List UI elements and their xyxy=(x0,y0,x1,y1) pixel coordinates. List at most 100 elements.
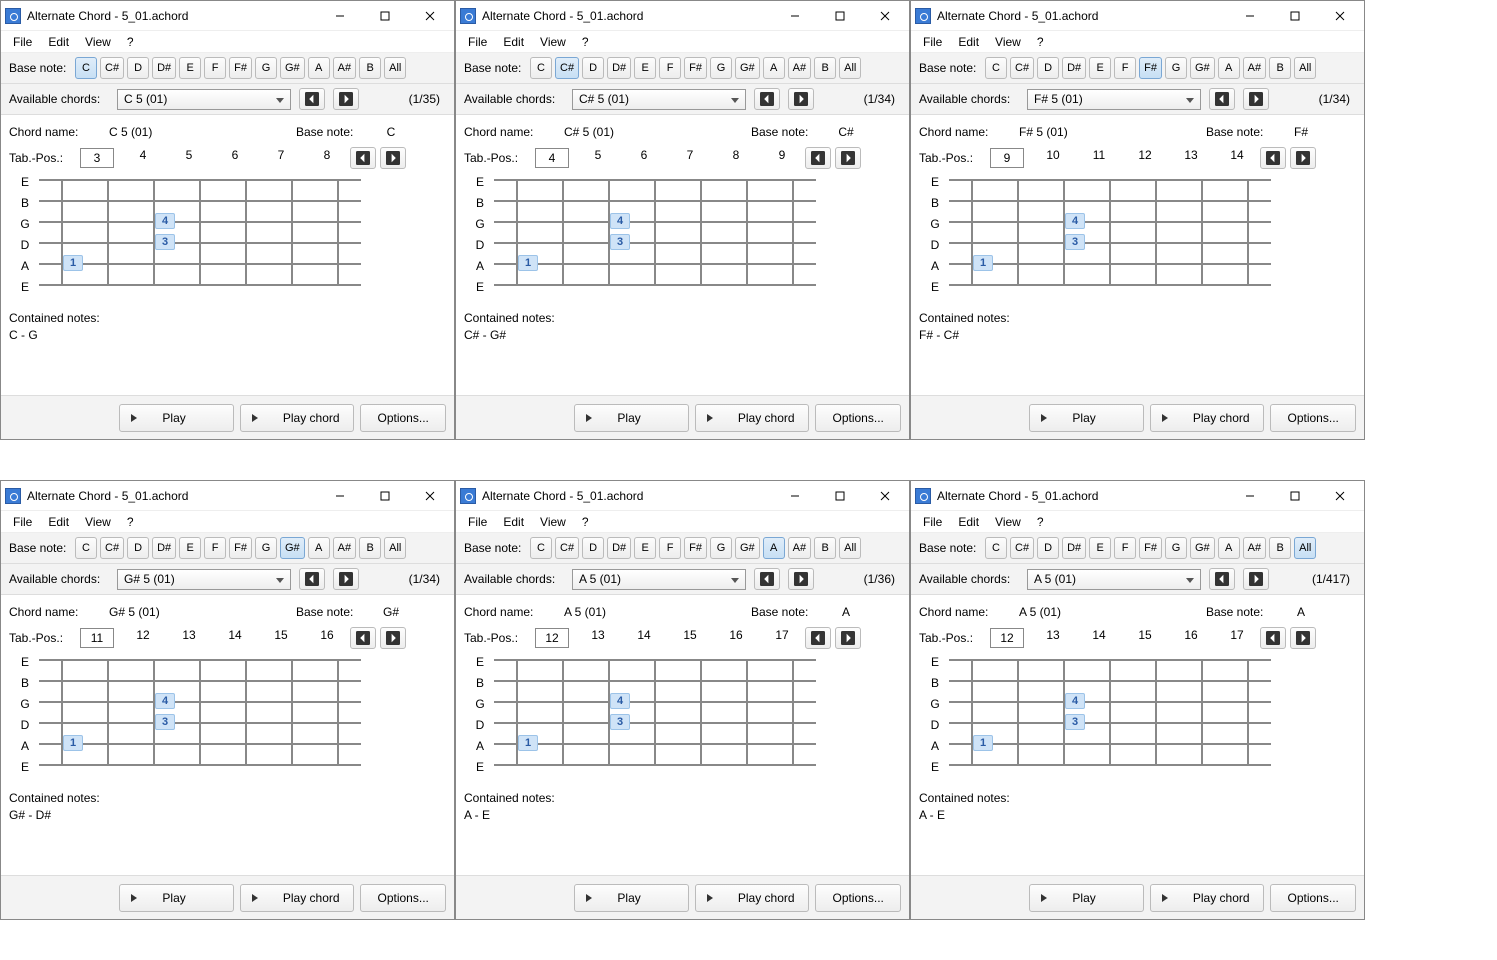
menu-help[interactable]: ? xyxy=(121,513,140,531)
note-btn-G[interactable]: G xyxy=(1165,57,1187,79)
menu-help[interactable]: ? xyxy=(576,513,595,531)
play-chord-button[interactable]: Play chord xyxy=(1150,404,1264,432)
maximize-button[interactable] xyxy=(817,2,862,30)
note-btn-A[interactable]: A xyxy=(763,537,785,559)
note-btn-All[interactable]: All xyxy=(384,537,406,559)
minimize-button[interactable] xyxy=(772,2,817,30)
menu-file[interactable]: File xyxy=(917,513,948,531)
chord-dropdown[interactable]: A 5 (01) xyxy=(1027,569,1201,590)
minimize-button[interactable] xyxy=(317,2,362,30)
fret-pos-prev-button[interactable] xyxy=(1260,147,1286,169)
note-btn-Dsharp[interactable]: D# xyxy=(607,537,631,559)
note-btn-Fsharp[interactable]: F# xyxy=(684,57,707,79)
menu-view[interactable]: View xyxy=(534,513,572,531)
note-btn-Gsharp[interactable]: G# xyxy=(735,537,760,559)
note-btn-All[interactable]: All xyxy=(1294,57,1316,79)
note-btn-Asharp[interactable]: A# xyxy=(1243,57,1266,79)
note-btn-F[interactable]: F xyxy=(659,537,681,559)
note-btn-Dsharp[interactable]: D# xyxy=(1062,57,1086,79)
note-btn-D[interactable]: D xyxy=(582,537,604,559)
fret-pos-next-button[interactable] xyxy=(1290,147,1316,169)
fret-pos-next-button[interactable] xyxy=(380,627,406,649)
play-chord-button[interactable]: Play chord xyxy=(1150,884,1264,912)
note-btn-C[interactable]: C xyxy=(985,537,1007,559)
play-button[interactable]: Play xyxy=(119,404,233,432)
menu-view[interactable]: View xyxy=(79,33,117,51)
chord-dropdown[interactable]: F# 5 (01) xyxy=(1027,89,1201,110)
fret-pos-next-button[interactable] xyxy=(1290,627,1316,649)
prev-chord-button[interactable] xyxy=(299,88,325,110)
note-btn-B[interactable]: B xyxy=(814,537,836,559)
minimize-button[interactable] xyxy=(772,482,817,510)
minimize-button[interactable] xyxy=(317,482,362,510)
chord-dropdown[interactable]: A 5 (01) xyxy=(572,569,746,590)
note-btn-Fsharp[interactable]: F# xyxy=(1139,537,1162,559)
next-chord-button[interactable] xyxy=(333,88,359,110)
menu-help[interactable]: ? xyxy=(121,33,140,51)
options-button[interactable]: Options... xyxy=(1270,884,1356,912)
note-btn-Csharp[interactable]: C# xyxy=(1010,57,1034,79)
maximize-button[interactable] xyxy=(362,482,407,510)
fret-pos-prev-button[interactable] xyxy=(350,627,376,649)
minimize-button[interactable] xyxy=(1227,2,1272,30)
fret-pos-prev-button[interactable] xyxy=(350,147,376,169)
menu-file[interactable]: File xyxy=(462,33,493,51)
note-btn-C[interactable]: C xyxy=(75,537,97,559)
play-button[interactable]: Play xyxy=(1029,884,1143,912)
note-btn-G[interactable]: G xyxy=(255,57,277,79)
note-btn-All[interactable]: All xyxy=(839,537,861,559)
note-btn-Csharp[interactable]: C# xyxy=(100,537,124,559)
tab-pos-input[interactable] xyxy=(990,148,1024,168)
note-btn-Csharp[interactable]: C# xyxy=(555,57,579,79)
fret-pos-prev-button[interactable] xyxy=(805,147,831,169)
note-btn-All[interactable]: All xyxy=(384,57,406,79)
menu-file[interactable]: File xyxy=(7,33,38,51)
menu-view[interactable]: View xyxy=(989,513,1027,531)
note-btn-A[interactable]: A xyxy=(308,537,330,559)
note-btn-Fsharp[interactable]: F# xyxy=(684,537,707,559)
options-button[interactable]: Options... xyxy=(815,404,901,432)
note-btn-Dsharp[interactable]: D# xyxy=(607,57,631,79)
minimize-button[interactable] xyxy=(1227,482,1272,510)
note-btn-B[interactable]: B xyxy=(814,57,836,79)
menu-file[interactable]: File xyxy=(7,513,38,531)
close-button[interactable] xyxy=(407,2,452,30)
options-button[interactable]: Options... xyxy=(360,404,446,432)
next-chord-button[interactable] xyxy=(1243,88,1269,110)
note-btn-F[interactable]: F xyxy=(1114,537,1136,559)
menu-edit[interactable]: Edit xyxy=(497,33,530,51)
close-button[interactable] xyxy=(862,2,907,30)
note-btn-D[interactable]: D xyxy=(127,57,149,79)
menu-edit[interactable]: Edit xyxy=(952,33,985,51)
fret-pos-next-button[interactable] xyxy=(835,627,861,649)
note-btn-B[interactable]: B xyxy=(1269,537,1291,559)
note-btn-Csharp[interactable]: C# xyxy=(555,537,579,559)
note-btn-D[interactable]: D xyxy=(1037,57,1059,79)
note-btn-Csharp[interactable]: C# xyxy=(100,57,124,79)
note-btn-All[interactable]: All xyxy=(1294,537,1316,559)
menu-help[interactable]: ? xyxy=(1031,33,1050,51)
note-btn-C[interactable]: C xyxy=(530,57,552,79)
menu-edit[interactable]: Edit xyxy=(42,33,75,51)
note-btn-G[interactable]: G xyxy=(1165,537,1187,559)
prev-chord-button[interactable] xyxy=(754,88,780,110)
options-button[interactable]: Options... xyxy=(1270,404,1356,432)
prev-chord-button[interactable] xyxy=(754,568,780,590)
note-btn-F[interactable]: F xyxy=(1114,57,1136,79)
play-button[interactable]: Play xyxy=(574,404,688,432)
note-btn-Dsharp[interactable]: D# xyxy=(1062,537,1086,559)
next-chord-button[interactable] xyxy=(333,568,359,590)
note-btn-A[interactable]: A xyxy=(308,57,330,79)
note-btn-F[interactable]: F xyxy=(204,537,226,559)
fret-pos-next-button[interactable] xyxy=(835,147,861,169)
note-btn-C[interactable]: C xyxy=(75,57,97,79)
play-chord-button[interactable]: Play chord xyxy=(695,884,809,912)
tab-pos-input[interactable] xyxy=(80,628,114,648)
chord-dropdown[interactable]: G# 5 (01) xyxy=(117,569,291,590)
maximize-button[interactable] xyxy=(362,2,407,30)
menu-view[interactable]: View xyxy=(79,513,117,531)
note-btn-Fsharp[interactable]: F# xyxy=(1139,57,1162,79)
note-btn-B[interactable]: B xyxy=(1269,57,1291,79)
note-btn-Gsharp[interactable]: G# xyxy=(1190,537,1215,559)
note-btn-Dsharp[interactable]: D# xyxy=(152,537,176,559)
